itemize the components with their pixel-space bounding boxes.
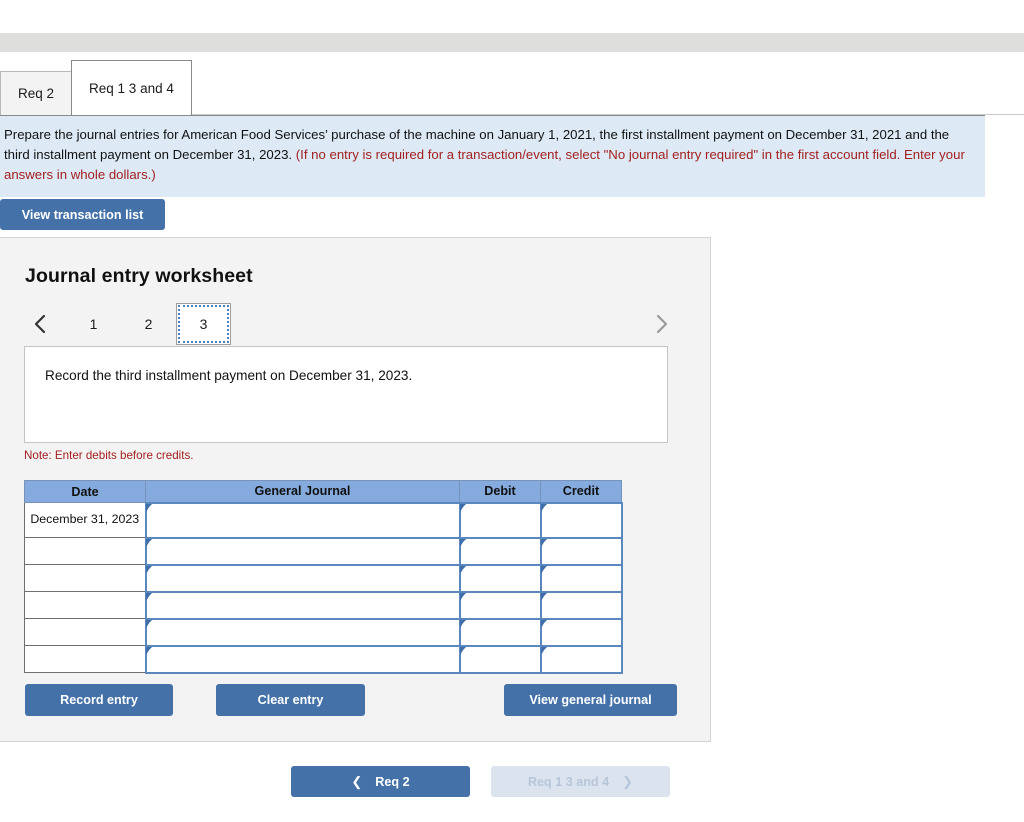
dropdown-marker-icon [145,646,152,655]
dropdown-marker-icon [145,592,152,601]
chevron-left-icon[interactable] [26,310,52,338]
dropdown-marker-icon [145,503,152,512]
chevron-left-icon: ❮ [351,774,363,789]
dropdown-marker-icon [540,565,547,574]
bottom-navigation: ❮ Req 2 Req 1 3 and 4 ❯ [291,766,670,797]
journal-entry-table: Date General Journal Debit Credit Decemb… [24,480,623,674]
nav-next-label: Req 1 3 and 4 [527,774,610,789]
cell-debit[interactable] [458,590,542,620]
dropdown-marker-icon [540,538,547,547]
cell-credit[interactable] [539,501,623,539]
column-header-credit: Credit [540,480,622,503]
column-header-general-journal: General Journal [145,480,460,503]
table-header-row: Date General Journal Debit Credit [24,480,622,503]
dropdown-marker-icon [540,592,547,601]
cell-general-journal[interactable] [144,563,461,593]
cell-date [24,618,146,646]
cell-credit[interactable] [539,644,623,674]
cell-date [24,645,146,673]
cell-date: December 31, 2023 [24,502,146,538]
top-strip [0,33,1024,52]
cell-debit[interactable] [458,563,542,593]
dropdown-marker-icon [459,619,466,628]
table-row [24,590,623,620]
dropdown-marker-icon [459,503,466,512]
debits-before-credits-note: Note: Enter debits before credits. [24,449,194,462]
tab-label: Req 2 [18,86,55,101]
cell-general-journal[interactable] [144,536,461,566]
table-row [24,563,623,593]
dropdown-marker-icon [459,538,466,547]
view-transaction-list-button[interactable]: View transaction list [0,199,165,230]
chevron-right-icon: ❯ [622,774,634,789]
column-header-debit: Debit [459,480,541,503]
dropdown-marker-icon [145,619,152,628]
chevron-right-icon[interactable] [648,310,674,338]
cell-credit[interactable] [539,617,623,647]
table-row: December 31, 2023 [24,501,623,539]
cell-debit[interactable] [458,644,542,674]
cell-credit[interactable] [539,590,623,620]
cell-debit[interactable] [458,617,542,647]
cell-general-journal[interactable] [144,501,461,539]
instruction-banner: Prepare the journal entries for American… [0,115,985,197]
pager-page-2[interactable]: 2 [121,303,176,345]
cell-debit[interactable] [458,501,542,539]
dropdown-marker-icon [540,503,547,512]
record-entry-button[interactable]: Record entry [25,684,173,716]
clear-entry-button[interactable]: Clear entry [216,684,365,716]
transaction-description-text: Record the third installment payment on … [45,368,413,383]
dropdown-marker-icon [540,619,547,628]
cell-debit[interactable] [458,536,542,566]
cell-date [24,591,146,619]
pager-page-3[interactable]: 3 [176,303,231,345]
tab-label: Req 1 3 and 4 [89,80,174,96]
dropdown-marker-icon [145,565,152,574]
dropdown-marker-icon [459,592,466,601]
nav-prev-label: Req 2 [375,774,410,789]
view-general-journal-button[interactable]: View general journal [504,684,677,716]
dropdown-marker-icon [145,538,152,547]
cell-general-journal[interactable] [144,617,461,647]
pager-page-1[interactable]: 1 [66,303,121,345]
worksheet-pager: 1 2 3 [22,303,684,345]
tab-req-2[interactable]: Req 2 [0,71,73,115]
nav-prev-req-2-button[interactable]: ❮ Req 2 [291,766,470,797]
cell-credit[interactable] [539,536,623,566]
table-row [24,617,623,647]
nav-next-req-1-3-and-4-button[interactable]: Req 1 3 and 4 ❯ [491,766,670,797]
dropdown-marker-icon [459,565,466,574]
dropdown-marker-icon [540,646,547,655]
table-row [24,644,623,674]
cell-general-journal[interactable] [144,590,461,620]
dropdown-marker-icon [459,646,466,655]
column-header-date: Date [24,480,146,503]
page-title: Journal entry worksheet [25,265,253,287]
table-row [24,536,623,566]
cell-date [24,564,146,592]
cell-credit[interactable] [539,563,623,593]
transaction-description-box: Record the third installment payment on … [24,346,668,443]
journal-entry-worksheet-panel: Journal entry worksheet 1 2 3 Record the… [0,237,711,742]
cell-date [24,537,146,565]
pager-page-list: 1 2 3 [66,303,231,345]
tab-req-1-3-and-4[interactable]: Req 1 3 and 4 [71,60,192,115]
tab-bar: Req 2 Req 1 3 and 4 [0,52,1024,115]
cell-general-journal[interactable] [144,644,461,674]
